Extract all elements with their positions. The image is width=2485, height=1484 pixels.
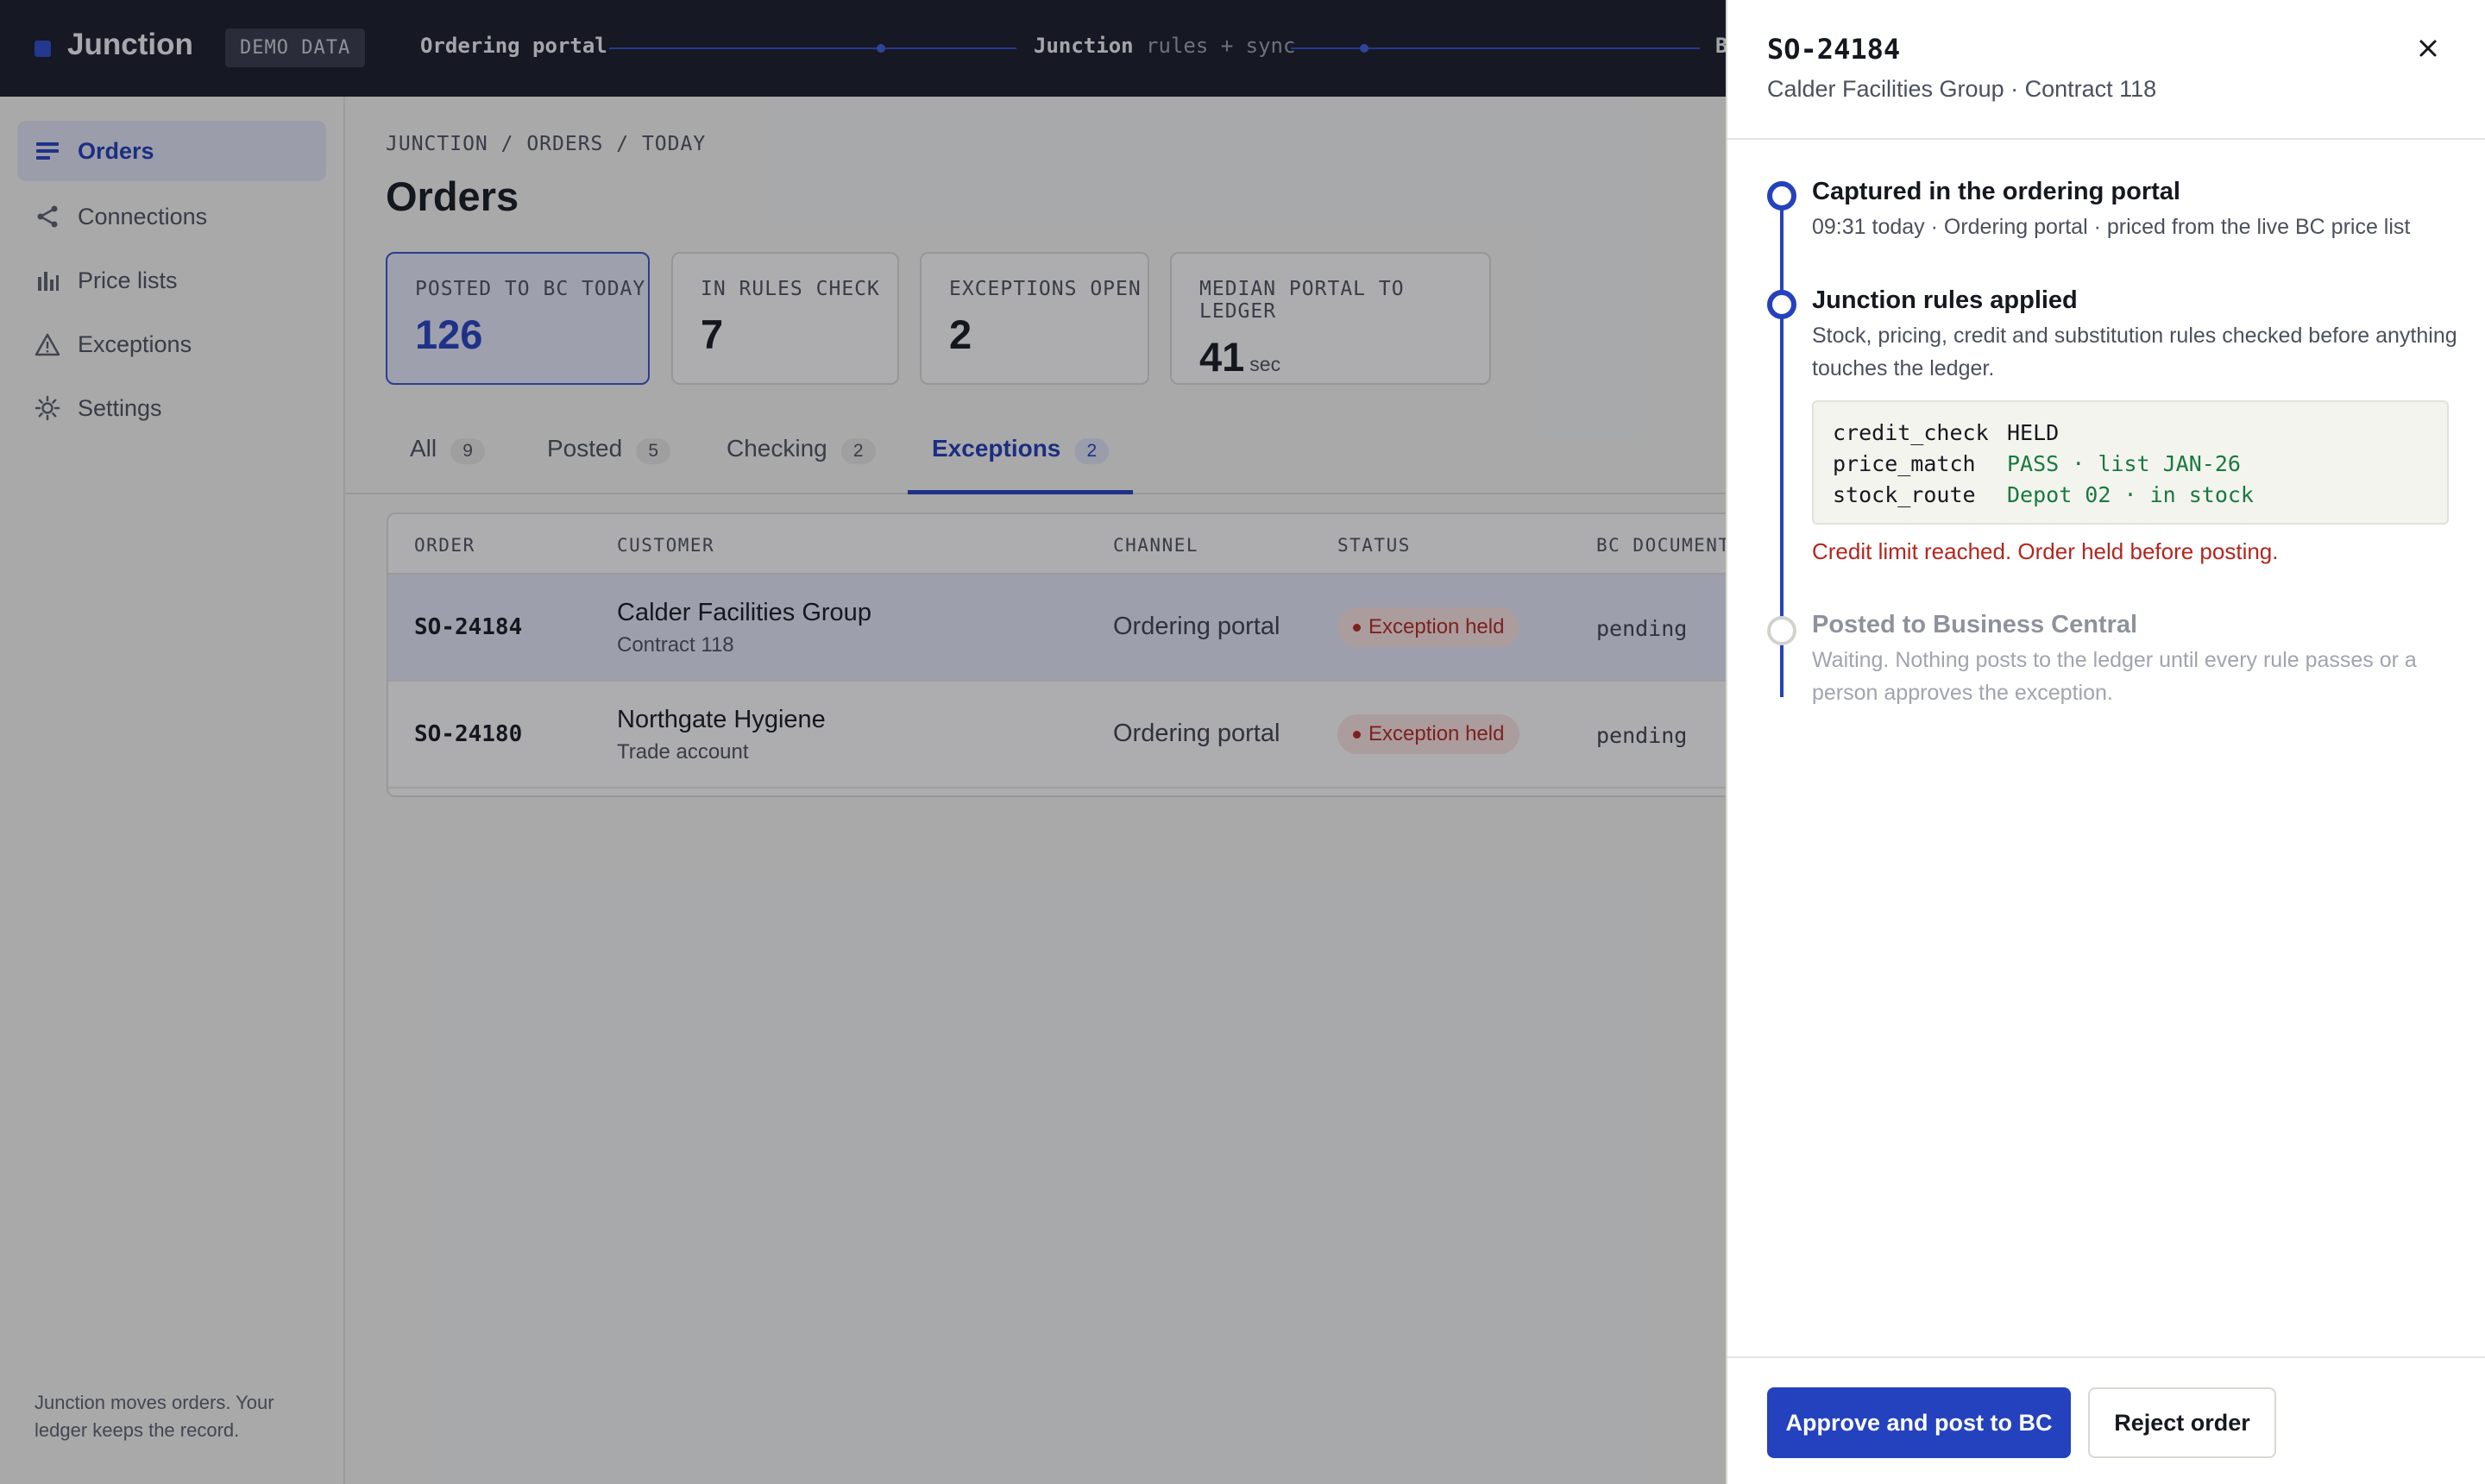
close-icon [2419, 39, 2438, 62]
drawer-header: SO-24184 Calder Facilities Group · Contr… [1727, 0, 2485, 140]
rules-result-box: credit_check HELD price_match PASS · list … [1812, 400, 2449, 525]
rule-result-line: credit_check HELD [1833, 418, 2447, 449]
timeline-node-done [1767, 290, 1796, 319]
timeline-step-title: Junction rules applied [1812, 286, 2078, 314]
approve-and-post-button[interactable]: Approve and post to BC [1767, 1387, 2071, 1458]
drawer-title: SO-24184 [1767, 33, 1901, 66]
rule-result-line: price_match PASS · list JAN-26 [1833, 449, 2447, 480]
order-detail-drawer: SO-24184 Calder Facilities Group · Contr… [1726, 0, 2485, 1484]
rule-key: credit_check [1833, 420, 1989, 445]
timeline-step-desc: 09:31 today · Ordering portal · priced f… [1812, 215, 2411, 239]
rule-value: PASS · list JAN-26 [2007, 451, 2241, 476]
reject-order-button[interactable]: Reject order [2088, 1387, 2276, 1458]
timeline-step-title: Posted to Business Central [1812, 611, 2138, 638]
modal-backdrop[interactable] [0, 0, 1726, 1484]
rule-value: Depot 02 · in stock [2007, 482, 2254, 507]
close-button[interactable] [2411, 33, 2445, 67]
rule-result-line: stock_route Depot 02 · in stock [1833, 480, 2447, 511]
drawer-subtitle: Calder Facilities Group · Contract 118 [1767, 76, 2157, 102]
rule-value: HELD [2007, 420, 2060, 445]
timeline-node-pending [1767, 616, 1796, 645]
rule-key: price_match [1833, 451, 1976, 476]
timeline-step-title: Captured in the ordering portal [1812, 178, 2180, 205]
timeline-step-desc: Stock, pricing, credit and substitution … [1812, 324, 2457, 380]
rule-error-message: Credit limit reached. Order held before … [1812, 538, 2279, 564]
drawer-footer: Approve and post to BC Reject order [1727, 1356, 2485, 1484]
timeline-node-done [1767, 181, 1796, 211]
rule-key: stock_route [1833, 482, 1976, 507]
timeline-step-desc: Waiting. Nothing posts to the ledger unt… [1812, 648, 2417, 705]
